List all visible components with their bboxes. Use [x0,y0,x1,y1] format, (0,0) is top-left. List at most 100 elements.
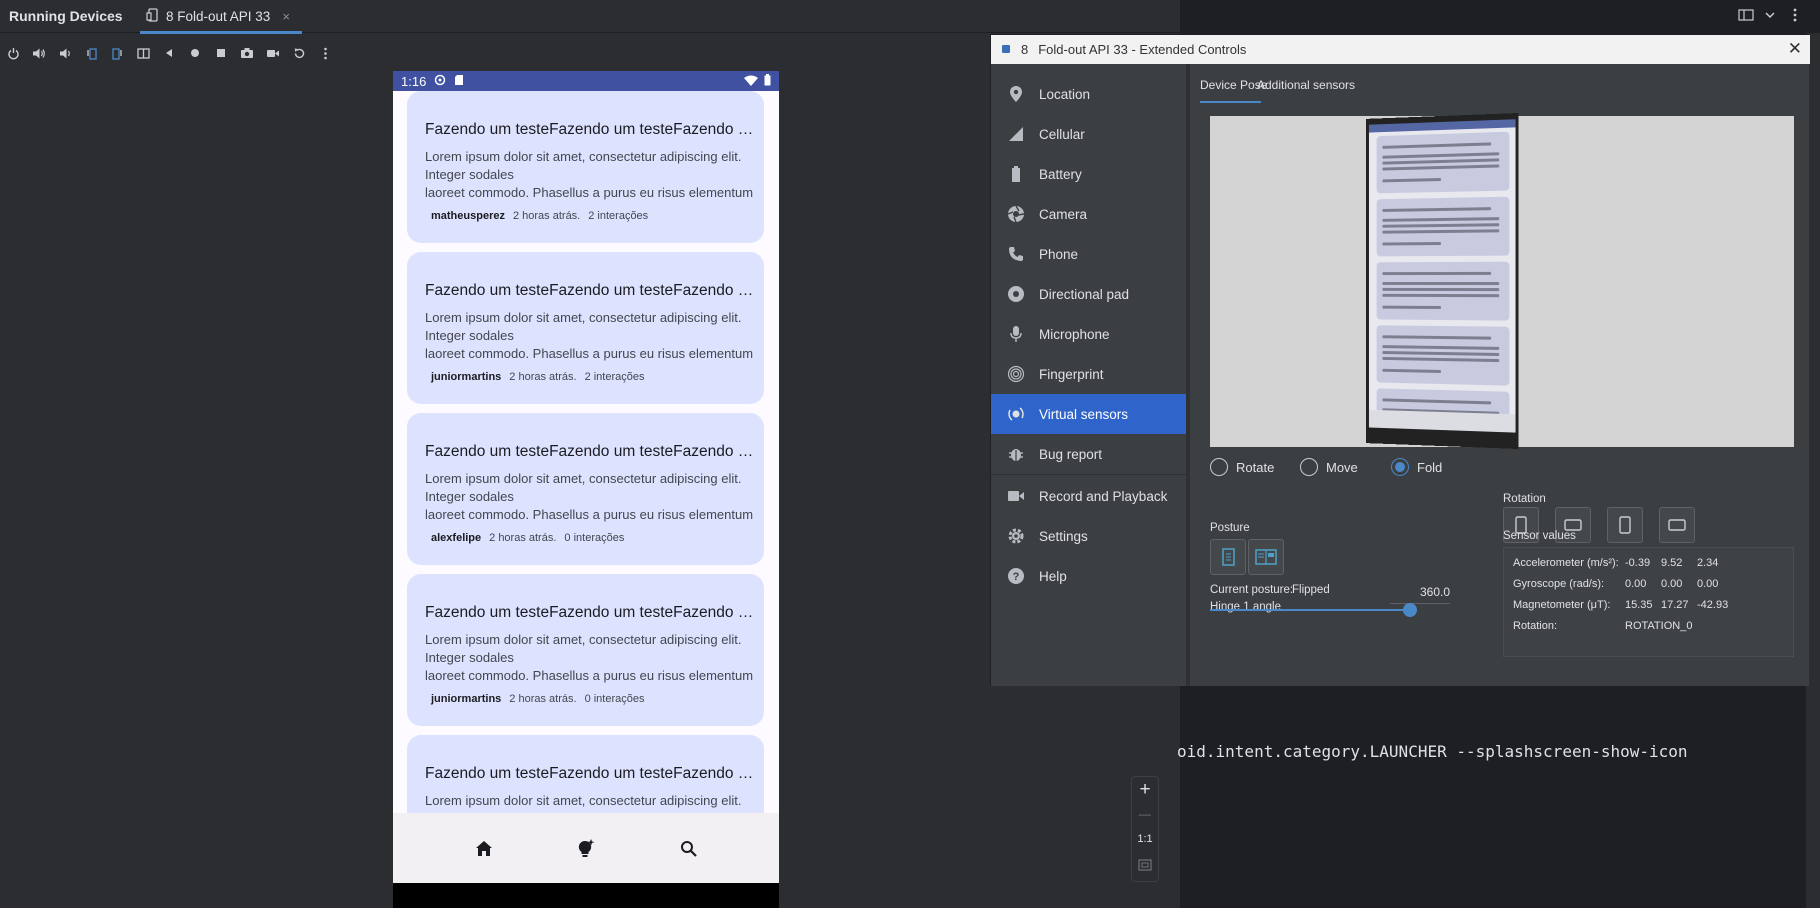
volume-down-icon[interactable] [52,40,78,66]
window-number: 8 [1021,42,1028,57]
volume-up-icon[interactable] [26,40,52,66]
preview-text-line [1382,369,1441,373]
nav-item-directional-pad[interactable]: Directional pad [991,274,1186,314]
device-tab[interactable]: 8 Fold-out API 33 × [140,0,302,33]
sd-card-icon [454,74,464,89]
nav-item-camera[interactable]: Camera [991,194,1186,234]
sensor-value: 9.52 [1661,557,1697,569]
mode-fold-radio[interactable]: Fold [1391,458,1442,476]
preview-status-bar [1369,119,1516,132]
hinge-angle-label: Hinge 1 angle [1210,601,1281,613]
preview-screen [1369,119,1516,432]
bug-icon [1007,445,1025,463]
preview-text-line [1382,207,1491,212]
post-card[interactable]: Fazendo um testeFazendo um testeFazendo … [407,574,764,726]
nav-item-bug-report[interactable]: Bug report [991,434,1186,474]
reset-icon[interactable] [286,40,312,66]
rotate-right-icon[interactable] [104,40,130,66]
post-title: Fazendo um testeFazendo um testeFazendo … [425,282,755,300]
post-feed[interactable]: Fazendo um testeFazendo um testeFazendo … [393,91,779,883]
nav-item-record-and-playback[interactable]: Record and Playback [991,476,1186,516]
location-pin-icon [1007,85,1025,103]
nav-item-phone[interactable]: Phone [991,234,1186,274]
more-icon[interactable] [312,40,338,66]
sensor-value: -0.39 [1625,557,1661,569]
nav-item-label: Location [1039,87,1090,102]
rotation-reverse-landscape-button[interactable] [1659,507,1695,543]
close-tab-icon[interactable]: × [282,9,290,24]
posture-flipped-button[interactable] [1210,539,1246,575]
home-icon[interactable] [182,40,208,66]
post-card[interactable]: Fazendo um testeFazendo um testeFazendo … [407,413,764,565]
back-icon[interactable] [156,40,182,66]
preview-card [1377,197,1510,257]
nav-home-icon[interactable] [464,828,504,868]
nav-item-location[interactable]: Location [991,74,1186,114]
fit-screen-icon[interactable] [1138,859,1152,874]
gear-icon [1007,527,1025,545]
hinge-slider-knob[interactable] [1403,603,1417,617]
post-title: Fazendo um testeFazendo um testeFazendo … [425,765,755,783]
device-model-preview[interactable] [1366,113,1519,449]
nav-item-help[interactable]: ? Help [991,556,1186,596]
preview-nav-bar [1369,410,1516,433]
post-body-line: Lorem ipsum dolor sit amet, consectetur … [425,792,755,810]
nav-item-battery[interactable]: Battery [991,154,1186,194]
nav-lightbulb-icon[interactable] [566,828,606,868]
post-body-line: laoreet commodo. Phasellus a purus eu ri… [425,345,755,363]
sensor-values-label: Sensor values [1503,530,1576,542]
screen-record-icon[interactable] [260,40,286,66]
tab-additional-sensors[interactable]: Additional sensors [1257,78,1355,92]
post-author[interactable]: alexfelipe [431,532,481,544]
overview-icon[interactable] [208,40,234,66]
current-posture-value: Flipped [1292,584,1330,596]
post-author[interactable]: juniormartins [431,371,501,383]
nav-item-cellular[interactable]: Cellular [991,114,1186,154]
sensor-value: 17.27 [1661,599,1697,611]
hinge-slider-track[interactable] [1210,609,1410,611]
nav-item-settings[interactable]: Settings [991,516,1186,556]
post-body-line: laoreet commodo. Phasellus a purus eu ri… [425,667,755,685]
chevron-down-icon[interactable] [1764,8,1776,24]
posture-opened-button[interactable] [1248,539,1284,575]
nav-item-microphone[interactable]: Microphone [991,314,1186,354]
mode-rotate-radio[interactable]: Rotate [1210,458,1274,476]
fold-icon[interactable] [130,40,156,66]
emulator-screen[interactable]: 1:16 Fazendo um testeFazendo um testeFaz… [393,71,779,908]
preview-text-line [1382,217,1499,222]
sensor-name: Accelerometer (m/s²): [1513,557,1625,569]
post-title: Fazendo um testeFazendo um testeFazendo … [425,443,755,461]
rotation-reverse-portrait-button[interactable] [1607,507,1643,543]
post-card[interactable]: Fazendo um testeFazendo um testeFazendo … [407,91,764,243]
zoom-in-button[interactable]: + [1132,779,1158,801]
preview-card [1377,132,1510,194]
nav-search-icon[interactable] [668,828,708,868]
mode-move-radio[interactable]: Move [1300,458,1358,476]
post-author[interactable]: matheusperez [431,210,505,222]
zoom-out-button[interactable]: — [1132,807,1158,821]
zoom-actual-size-button[interactable]: 1:1 [1132,833,1158,845]
more-vertical-icon[interactable] [1792,8,1798,25]
preview-text-line [1382,306,1441,309]
post-author[interactable]: juniormartins [431,693,501,705]
nav-item-fingerprint[interactable]: Fingerprint [991,354,1186,394]
post-body-line: laoreet commodo. Phasellus a purus eu ri… [425,184,755,202]
post-card[interactable]: Fazendo um testeFazendo um testeFazendo … [407,252,764,404]
post-time: 2 horas atrás. [513,210,580,222]
window-title: Fold-out API 33 - Extended Controls [1038,42,1246,57]
power-icon[interactable] [0,40,26,66]
rotate-left-icon[interactable] [78,40,104,66]
window-title-bar[interactable]: 8 Fold-out API 33 - Extended Controls ✕ [991,35,1810,64]
layout-icon[interactable] [1738,8,1754,25]
nav-item-virtual-sensors[interactable]: Virtual sensors [991,394,1186,434]
sensor-value: 0.00 [1661,578,1697,590]
device-pose-viewport[interactable] [1210,116,1794,447]
mode-rotate-label: Rotate [1236,460,1274,475]
sensor-name: Magnetometer (μT): [1513,599,1625,611]
hinge-angle-field[interactable]: 360.0 [1390,582,1450,604]
screenshot-icon[interactable] [234,40,260,66]
video-camera-icon [1007,487,1025,505]
window-close-icon[interactable]: ✕ [1788,39,1802,59]
preview-text-line [1382,335,1491,339]
preview-card [1377,262,1510,321]
